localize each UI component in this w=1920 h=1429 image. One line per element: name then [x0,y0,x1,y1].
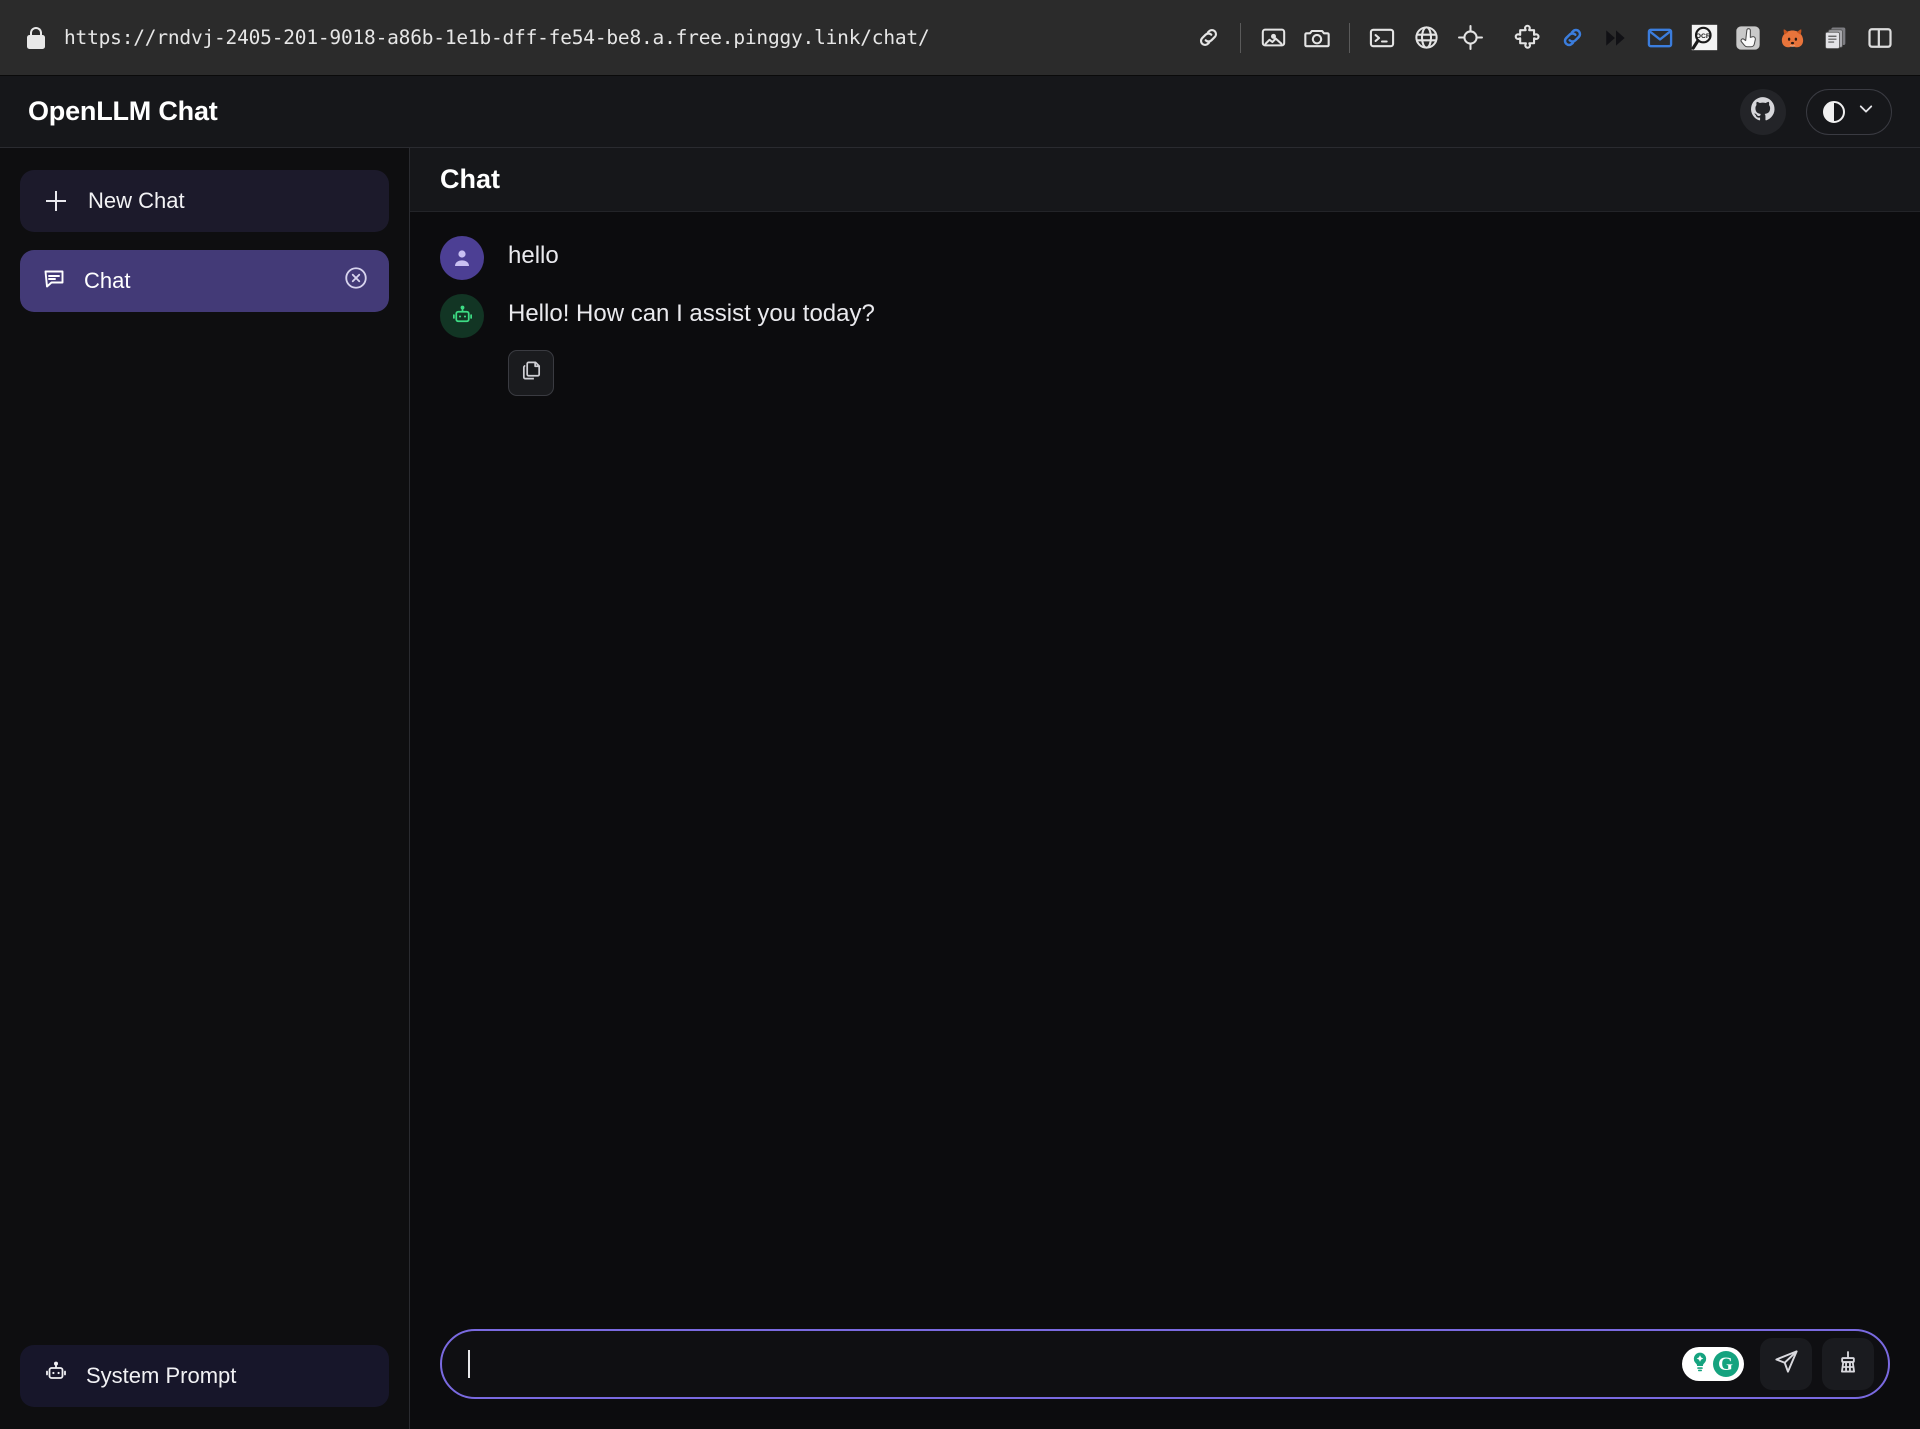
lock-icon [26,26,46,50]
broom-icon [1835,1349,1861,1380]
touch-pointer-icon[interactable] [1726,16,1770,60]
copy-icon [520,359,543,387]
app-body: New Chat Chat System Prompt Chat hello H… [0,148,1920,1429]
toolbar-separator [1240,22,1241,53]
sidebar-toggle-icon[interactable] [1858,16,1902,60]
new-chat-button[interactable]: New Chat [20,170,389,232]
app-header: OpenLLM Chat [0,76,1920,148]
message-assistant-text: Hello! How can I assist you today? [508,300,875,327]
send-plane-icon [1773,1348,1800,1380]
clear-chat-button[interactable] [1822,1338,1874,1390]
copy-button[interactable] [508,350,554,396]
chevron-down-icon [1857,100,1875,123]
github-link-button[interactable] [1740,88,1786,135]
robot-avatar-icon [440,294,484,338]
github-icon [1749,95,1777,128]
system-prompt-button[interactable]: System Prompt [20,1345,389,1407]
ocr-search-icon[interactable]: OCR [1682,16,1726,60]
terminal-icon[interactable] [1360,16,1404,60]
new-chat-label: New Chat [88,188,185,213]
app-root: https://rndvj-2405-201-9018-a86b-1e1b-df… [0,0,1920,1429]
message-user: hello [440,234,1890,280]
browser-toolbar: https://rndvj-2405-201-9018-a86b-1e1b-df… [0,0,1920,76]
chat-header: Chat [410,148,1920,212]
url-text[interactable]: https://rndvj-2405-201-9018-a86b-1e1b-df… [64,26,930,49]
message-assistant: Hello! How can I assist you today? [440,292,1890,338]
composer-area: G [410,1329,1920,1429]
message-actions [440,350,1890,396]
plus-icon [46,191,66,211]
svg-text:OCR: OCR [1695,33,1710,40]
browser-extension-icons: OCR [1186,16,1902,60]
main-panel: Chat hello Hello! How can I assist you t… [410,148,1920,1429]
grammarly-g-icon: G [1712,1351,1739,1377]
message-input[interactable] [470,1331,1682,1397]
lightbulb-icon [1688,1350,1712,1379]
firefox-fox-icon[interactable] [1770,16,1814,60]
message-user-text: hello [508,242,559,269]
sidebar-item-chat-label: Chat [84,268,131,293]
chat-bubble-icon [42,266,66,296]
composer-tools: G [1682,1338,1874,1390]
contrast-icon [1823,100,1845,123]
theme-toggle-button[interactable] [1806,88,1892,135]
send-button[interactable] [1760,1338,1812,1390]
robot-icon [44,1361,68,1391]
chat-title: Chat [440,164,500,194]
sidebar-item-chat[interactable]: Chat [20,250,389,312]
app-title: OpenLLM Chat [28,96,218,126]
puzzle-icon[interactable] [1506,16,1550,60]
message-list: hello Hello! How can I assist you today? [410,212,1920,1329]
system-prompt-label: System Prompt [86,1363,237,1388]
header-actions [1740,88,1892,135]
user-avatar-icon [440,236,484,280]
document-stack-icon[interactable] [1814,16,1858,60]
toolbar-separator [1349,22,1350,53]
sidebar: New Chat Chat System Prompt [0,148,410,1429]
mail-icon[interactable] [1638,16,1682,60]
image-icon[interactable] [1251,16,1295,60]
grammarly-badge[interactable]: G [1682,1347,1744,1381]
fast-forward-icon[interactable] [1594,16,1638,60]
message-composer[interactable]: G [440,1329,1890,1399]
link-icon[interactable] [1186,16,1230,60]
close-circle-icon[interactable] [343,265,369,297]
blue-link-icon[interactable] [1550,16,1594,60]
target-icon[interactable] [1448,16,1492,60]
url-bar[interactable]: https://rndvj-2405-201-9018-a86b-1e1b-df… [26,26,1186,50]
globe-icon[interactable] [1404,16,1448,60]
camera-icon[interactable] [1295,16,1339,60]
